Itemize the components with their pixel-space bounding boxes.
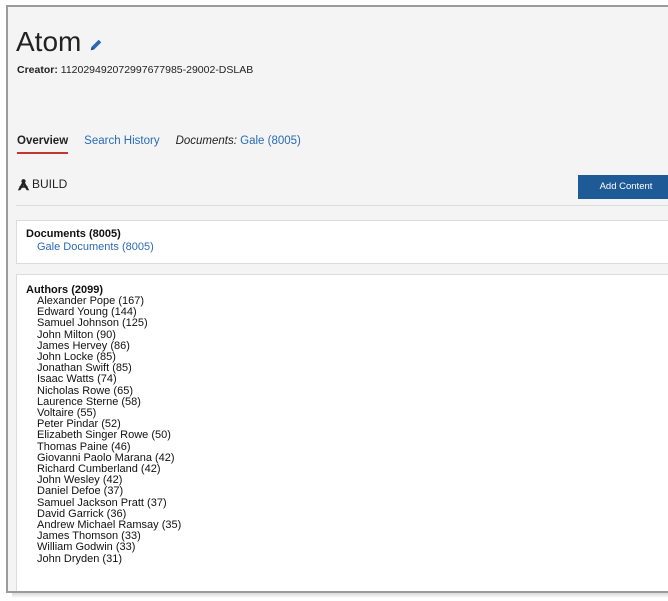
window-shadow [12, 593, 668, 598]
divider [16, 205, 668, 206]
tab-overview[interactable]: Overview [17, 135, 69, 154]
documents-heading: Documents (8005) [26, 228, 121, 240]
authors-panel: Authors (2099) Alexander Pope (167) Edwa… [16, 274, 668, 591]
build-icon [17, 178, 30, 190]
creator-label: Creator: [17, 64, 58, 76]
tab-documents[interactable]: Documents: Gale (8005) [176, 135, 301, 154]
app-window: Atom Creator: 112029492072997677985-2900… [6, 5, 668, 593]
build-section-header: BUILD [17, 177, 67, 191]
author-item: Daniel Defoe (37) [37, 485, 124, 498]
author-item: Elizabeth Singer Rowe (50) [37, 429, 171, 442]
creator-line: Creator: 112029492072997677985-29002-DSL… [17, 64, 253, 76]
tab-bar: Overview Search History Documents: Gale … [17, 135, 317, 154]
author-item: Samuel Johnson (125) [37, 317, 148, 330]
build-label: BUILD [32, 177, 68, 191]
tab-search-history[interactable]: Search History [84, 135, 159, 154]
page-title: Atom [16, 26, 82, 57]
documents-panel: Documents (8005) Gale Documents (8005) [16, 220, 668, 264]
author-list: Alexander Pope (167) Edward Young (144) … [37, 295, 181, 565]
title-row: Atom [16, 25, 103, 59]
tab-documents-prefix: Documents: [175, 135, 237, 147]
creator-value: 112029492072997677985-29002-DSLAB [60, 64, 254, 76]
author-item: Isaac Watts (74) [37, 373, 117, 386]
pencil-icon[interactable] [89, 38, 103, 52]
author-item: William Godwin (33) [37, 541, 136, 554]
gale-documents-link[interactable]: Gale Documents (8005) [37, 241, 154, 253]
author-item: John Dryden (31) [37, 552, 122, 565]
add-content-button[interactable]: Add Content [578, 175, 668, 199]
tab-documents-link[interactable]: Gale (8005) [240, 135, 301, 147]
